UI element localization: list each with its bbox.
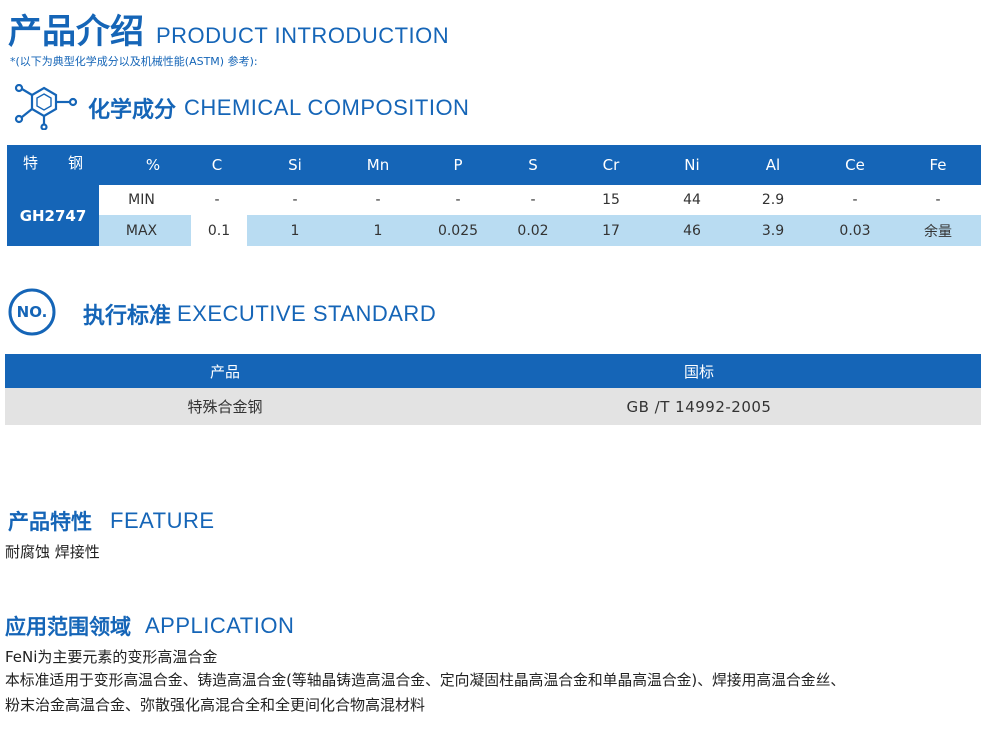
standard-table-row: 特殊合金钢 GB /T 14992-2005 [5, 388, 981, 425]
application-title-en: APPLICATION [145, 613, 295, 638]
header-element-si: Si [288, 156, 302, 174]
application-line-1: FeNi为主要元素的变形高温合金 [5, 648, 218, 666]
max-value-mn: 1 [373, 222, 383, 239]
standard-title-cn: 执行标准 [83, 304, 172, 329]
feature-title-cn: 产品特性 [8, 510, 92, 534]
header-element-ni: Ni [684, 156, 700, 174]
max-value-c: 0.1 [191, 215, 247, 246]
max-value-si: 1 [290, 222, 300, 239]
application-header: 应用范围领域 APPLICATION [5, 611, 294, 641]
max-value-p: 0.025 [437, 222, 479, 239]
max-value-s: 0.02 [517, 222, 549, 239]
application-line-3: 粉末治金高温合金、弥散强化高混合全和全更间化合物高混材料 [5, 696, 426, 714]
header-element-ce: Ce [845, 156, 865, 174]
max-value-ni: 46 [683, 222, 701, 239]
grade-cell: GH2747 [7, 185, 99, 246]
feature-text: 耐腐蚀 焊接性 [5, 543, 100, 561]
min-value-mn: - [375, 191, 381, 208]
intro-title-cn: 产品介绍 [8, 12, 144, 52]
standard-value: GB /T 14992-2005 [626, 397, 772, 416]
min-label: MIN [128, 191, 155, 208]
intro-title-en: PRODUCT INTRODUCTION [156, 23, 450, 48]
max-value-ce: 0.03 [839, 222, 871, 239]
header-element-mn: Mn [366, 156, 390, 174]
standard-table-header: 产品 国标 [5, 354, 981, 388]
application-line-2: 本标准适用于变形高温合金、铸造高温合金(等轴晶铸造高温合金、定向凝固柱晶高温合金… [5, 672, 846, 689]
header-element-s: S [528, 156, 538, 174]
max-value-fe: 余量 [924, 223, 952, 240]
header-element-fe: Fe [929, 156, 947, 174]
chemical-header: 化学成分 CHEMICAL COMPOSITION [88, 92, 469, 124]
intro-note: *(以下为典型化学成分以及机械性能(ASTM) 参考): [10, 55, 258, 68]
chemical-title-en: CHEMICAL COMPOSITION [184, 95, 470, 120]
feature-title-en: FEATURE [110, 508, 215, 533]
min-value-ce: - [852, 191, 858, 208]
min-value-al: 2.9 [761, 191, 785, 208]
chemical-table: 特 钢 % C Si Mn P S Cr Ni Al Ce Fe GH2747 … [7, 145, 981, 246]
max-label: MAX [125, 222, 158, 239]
standard-table: 产品 国标 特殊合金钢 GB /T 14992-2005 [5, 354, 981, 425]
standard-title-en: EXECUTIVE STANDARD [177, 301, 437, 326]
no-badge-text: NO. [16, 303, 48, 321]
min-value-fe: - [935, 191, 941, 208]
header-element-c: C [211, 156, 223, 174]
min-value-ni: 44 [683, 191, 701, 208]
standard-header: 执行标准 EXECUTIVE STANDARD [83, 298, 436, 330]
header-element-p: P [453, 156, 463, 174]
header-steel-label: 特 钢 [22, 153, 83, 172]
header-element-cr: Cr [602, 156, 620, 174]
intro-header: 产品介绍 PRODUCT INTRODUCTION [8, 8, 449, 52]
product-value: 特殊合金钢 [187, 398, 263, 416]
min-value-c: - [214, 191, 220, 208]
max-value-cr: 17 [602, 222, 620, 239]
application-title-cn: 应用范围领域 [5, 615, 131, 639]
molecule-icon [8, 83, 78, 131]
min-value-s: - [530, 191, 536, 208]
min-value-p: - [455, 191, 461, 208]
min-value-si: - [292, 191, 298, 208]
min-value-cr: 15 [602, 191, 620, 208]
chemical-title-cn: 化学成分 [88, 98, 177, 123]
feature-header: 产品特性 FEATURE [8, 506, 215, 536]
header-element-al: Al [765, 156, 781, 174]
header-product: 产品 [209, 362, 240, 381]
header-national-standard: 国标 [683, 362, 714, 381]
max-value-al: 3.9 [761, 222, 785, 239]
